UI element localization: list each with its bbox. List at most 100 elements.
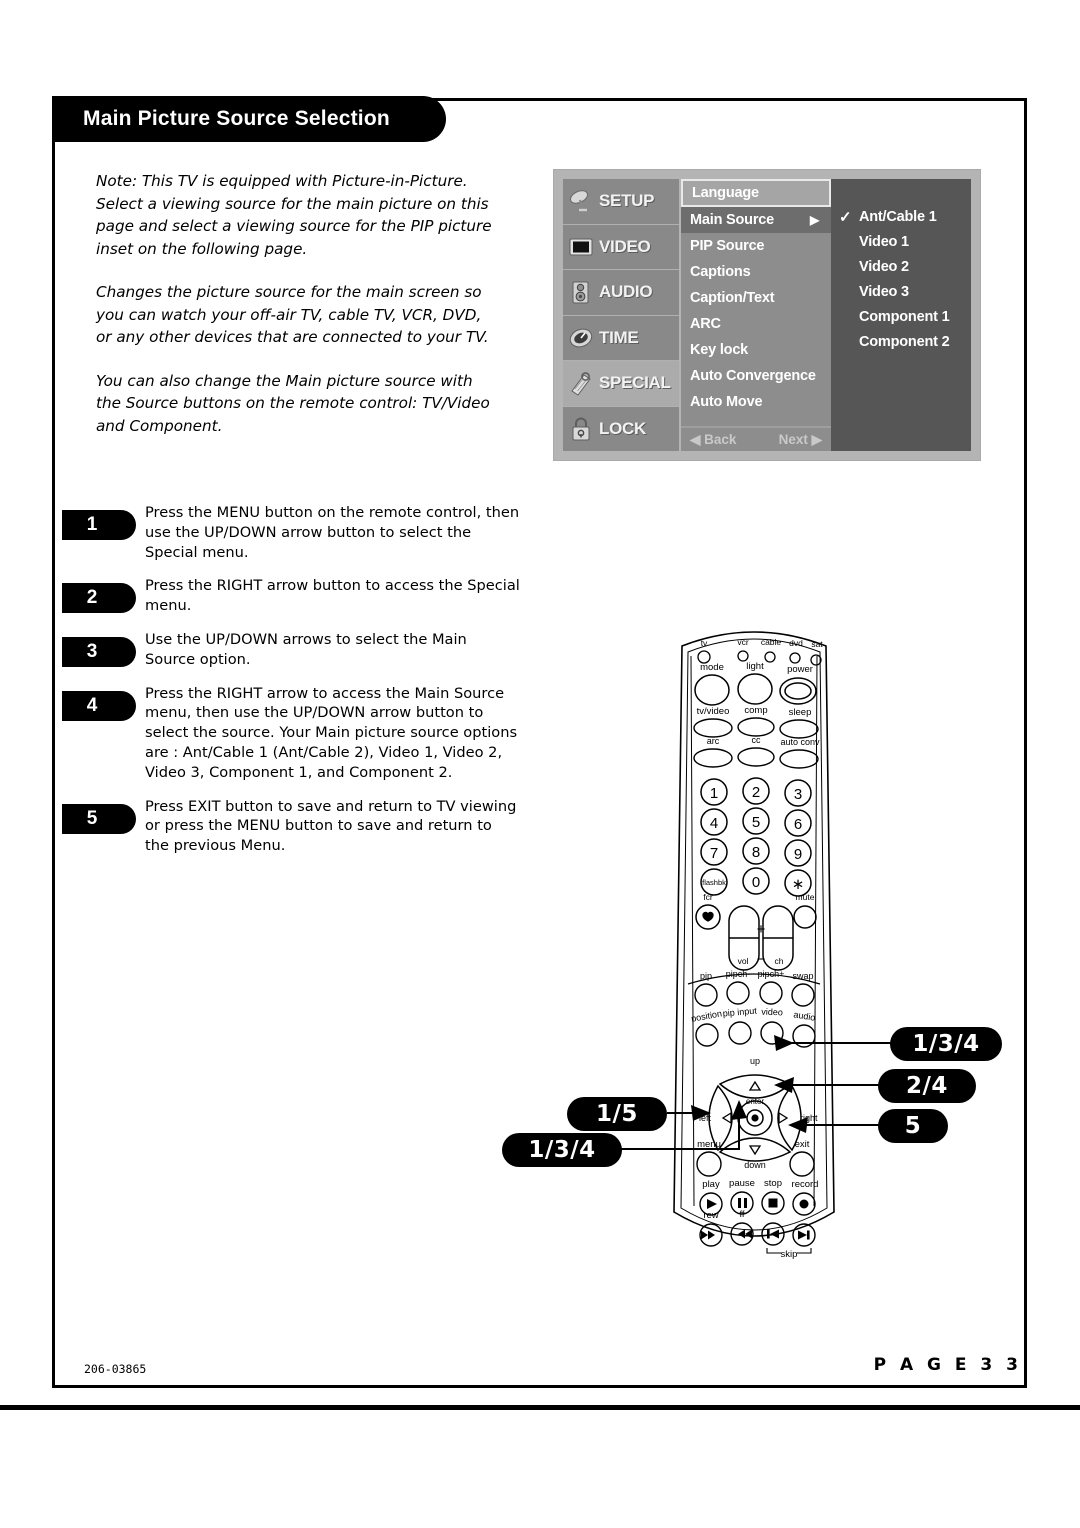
osd-sidebar-item-audio[interactable]: AUDIO	[563, 270, 679, 316]
intro-paragraph-1: Note: This TV is equipped with Picture-i…	[96, 172, 492, 258]
svg-text:4: 4	[710, 815, 718, 832]
leader-line-down-h	[620, 1148, 740, 1150]
leader-arrow-exit	[788, 1117, 808, 1133]
svg-text:power: power	[787, 664, 813, 675]
svg-text:sleep: sleep	[789, 707, 812, 718]
leader-line-up	[790, 1042, 892, 1044]
svg-text:skip: skip	[781, 1249, 798, 1260]
osd-sidebar-item-setup[interactable]: SETUP	[563, 179, 679, 225]
osd-sidebar-label: SETUP	[599, 191, 655, 211]
osd-menu-item-captions[interactable]: Captions	[681, 259, 831, 285]
osd-menu-item-arc[interactable]: ARC	[681, 311, 831, 337]
svg-text:tv/video: tv/video	[697, 706, 730, 717]
step-4: 4 Press the RIGHT arrow to access the Mai…	[52, 684, 522, 783]
osd-option-video-1[interactable]: Video 1	[839, 229, 971, 254]
remote-control-illustration: tv vcr cable dvd sat mode light power tv/vide…	[664, 612, 844, 1272]
osd-menu-item-auto-move[interactable]: Auto Move	[681, 389, 831, 415]
satellite-dish-icon	[568, 188, 594, 214]
osd-menu-item-label: Key lock	[690, 342, 749, 358]
svg-text:swap: swap	[792, 971, 813, 981]
osd-option-video-3[interactable]: Video 3	[839, 279, 971, 304]
callout-exit-button: 5	[878, 1109, 948, 1143]
svg-text:7: 7	[710, 845, 718, 862]
svg-text:fcr: fcr	[703, 892, 713, 902]
osd-menu-list: Language Main Source ▶ PIP Source Captions Ca…	[681, 179, 831, 451]
osd-menu-item-label: Auto Convergence	[690, 368, 816, 384]
svg-text:0: 0	[752, 874, 760, 891]
osd-option-ant-cable-1[interactable]: ✓ Ant/Cable 1	[839, 204, 971, 229]
step-number-badge: 5	[62, 803, 136, 834]
osd-menu-item-pip-source[interactable]: PIP Source	[681, 233, 831, 259]
osd-option-label: Ant/Cable 1	[859, 208, 937, 225]
osd-option-video-2[interactable]: Video 2	[839, 254, 971, 279]
osd-menu-item-language[interactable]: Language	[681, 179, 831, 207]
svg-text:8: 8	[752, 844, 760, 861]
osd-sidebar-item-lock[interactable]: LOCK	[563, 406, 679, 451]
svg-text:−: −	[757, 951, 766, 968]
svg-text:ff: ff	[739, 1209, 744, 1220]
svg-text:auto conv: auto conv	[780, 737, 820, 747]
leader-arrow-right	[774, 1077, 794, 1093]
osd-option-label: Component 1	[859, 308, 950, 325]
svg-text:cc: cc	[752, 735, 762, 745]
osd-sidebar-label: AUDIO	[599, 282, 653, 302]
padlock-icon	[568, 416, 594, 442]
leader-line-exit	[806, 1124, 880, 1126]
osd-nav-next[interactable]: Next ▶	[779, 432, 822, 448]
footer-page-number: P A G E 3 3	[873, 1355, 1022, 1375]
osd-menu-item-label: Caption/Text	[690, 290, 775, 306]
chevron-right-icon: ▶	[809, 213, 819, 227]
osd-option-label: Component 2	[859, 333, 950, 350]
svg-text:up: up	[750, 1056, 760, 1066]
osd-sidebar-label: LOCK	[599, 418, 646, 438]
svg-text:light: light	[746, 661, 764, 672]
step-instruction-text: Press EXIT button to save and return to …	[145, 797, 517, 855]
osd-option-component-2[interactable]: Component 2	[839, 329, 971, 354]
svg-text:pipch-: pipch-	[726, 969, 751, 979]
osd-sidebar-label: SPECIAL	[599, 373, 671, 393]
svg-text:down: down	[744, 1160, 766, 1170]
svg-text:pip: pip	[700, 971, 712, 981]
step-5: 5 Press EXIT button to save and return to…	[52, 797, 522, 856]
svg-text:mute: mute	[796, 892, 815, 902]
steps-list: 1 Press the MENU button on the remote con…	[52, 503, 522, 870]
leader-arrow-up	[774, 1035, 794, 1051]
leader-line-down-v	[738, 1118, 740, 1150]
step-instruction-text: Press the RIGHT arrow button to access t…	[145, 577, 520, 615]
osd-option-label: Video 2	[859, 258, 909, 275]
osd-menu-item-caption-text[interactable]: Caption/Text	[681, 285, 831, 311]
osd-menu-item-key-lock[interactable]: Key lock	[681, 337, 831, 363]
svg-text:3: 3	[794, 786, 802, 803]
osd-nav-bar: ◀ Back Next ▶	[681, 426, 831, 451]
osd-sidebar-item-time[interactable]: TIME	[563, 315, 679, 361]
step-number-badge: 3	[62, 636, 136, 667]
svg-text:pipch+: pipch+	[758, 969, 785, 979]
osd-menu-item-auto-convergence[interactable]: Auto Convergence	[681, 363, 831, 389]
osd-sidebar-label: VIDEO	[599, 236, 651, 256]
osd-option-component-1[interactable]: Component 1	[839, 304, 971, 329]
svg-text:vcr: vcr	[737, 637, 749, 647]
page-title-banner: Main Picture Source Selection	[52, 96, 446, 142]
svg-text:9: 9	[794, 846, 802, 863]
leader-arrow-down	[731, 1100, 747, 1120]
osd-sidebar: SETUP VIDEO AUDIO TIME SPECIAL LOCK	[563, 179, 681, 451]
svg-text:tv: tv	[701, 638, 708, 648]
osd-sidebar-item-video[interactable]: VIDEO	[563, 224, 679, 270]
svg-text:arc: arc	[707, 736, 720, 746]
svg-text:mode: mode	[700, 662, 724, 673]
footer-document-code: 206-03865	[84, 1362, 147, 1376]
svg-text:cable: cable	[761, 637, 782, 647]
osd-nav-back[interactable]: ◀ Back	[690, 432, 736, 448]
osd-menu-item-main-source[interactable]: Main Source ▶	[681, 207, 831, 233]
svg-text:video: video	[761, 1007, 783, 1018]
svg-text:pause: pause	[729, 1178, 755, 1189]
svg-text:vol: vol	[738, 956, 749, 966]
osd-sidebar-item-special[interactable]: SPECIAL	[563, 361, 679, 407]
osd-options-list: ✓ Ant/Cable 1 Video 1 Video 2 Video 3 Compone…	[831, 179, 971, 451]
svg-text:stop: stop	[764, 1178, 782, 1189]
svg-text:6: 6	[794, 816, 802, 833]
svg-text:1: 1	[710, 785, 718, 802]
svg-text:comp: comp	[744, 705, 767, 716]
remote-svg: tv vcr cable dvd sat mode light power tv/vide…	[673, 631, 835, 1260]
step-2: 2 Press the RIGHT arrow button to access …	[52, 576, 522, 616]
